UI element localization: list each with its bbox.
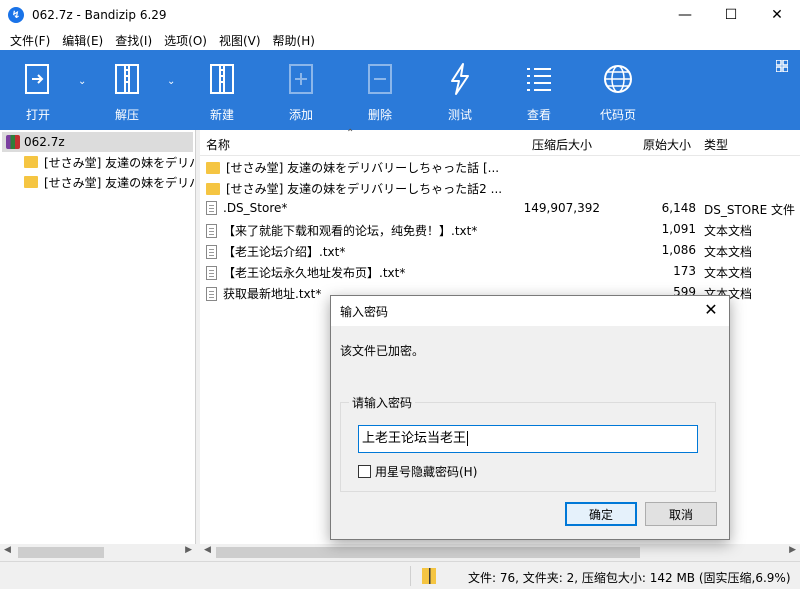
add-icon	[289, 64, 313, 94]
password-input[interactable]: 上老王论坛当老王	[358, 425, 698, 453]
file-icon	[206, 201, 217, 215]
tree-root-archive[interactable]: 062.7z	[2, 132, 193, 152]
folder-icon	[24, 156, 38, 168]
menu-view[interactable]: 视图(V)	[213, 32, 267, 49]
scrollbar-thumb[interactable]	[18, 547, 104, 558]
table-row[interactable]: 【老王论坛介绍】.txt* 1,086 文本文档	[200, 240, 800, 261]
folder-icon	[24, 176, 38, 188]
folder-icon	[206, 182, 220, 195]
list-header: 名称 ⌃ 压缩后大小 原始大小 类型	[200, 128, 800, 156]
new-archive-icon	[210, 64, 234, 94]
folder-icon	[206, 161, 220, 174]
extract-button[interactable]: 解压	[97, 50, 157, 130]
window-title: 062.7z - Bandizip 6.29	[32, 8, 167, 22]
bandizip-icon: ↯	[8, 7, 24, 23]
status-divider	[410, 566, 411, 586]
test-button[interactable]: 测试	[430, 50, 490, 130]
file-icon	[206, 286, 217, 301]
column-packed-size[interactable]: 压缩后大小	[532, 136, 592, 153]
delete-icon	[368, 64, 392, 94]
file-icon	[206, 265, 217, 280]
view-button[interactable]: 查看	[509, 50, 569, 130]
file-icon	[206, 223, 217, 238]
password-dialog: 输入密码 ✕ 该文件已加密。 请输入密码 上老王论坛当老王 用星号隐藏密码(H)…	[330, 295, 730, 540]
dialog-title: 输入密码	[340, 304, 389, 319]
close-button[interactable]: ✕	[754, 0, 800, 30]
hide-password-checkbox[interactable]	[358, 465, 371, 478]
column-type[interactable]: 类型	[704, 136, 728, 153]
extract-dropdown-icon[interactable]: ⌄	[167, 76, 175, 87]
table-row[interactable]: 【老王论坛永久地址发布页】.txt* 173 文本文档	[200, 261, 800, 282]
extract-icon	[115, 64, 139, 94]
password-group: 请输入密码 上老王论坛当老王 用星号隐藏密码(H)	[340, 394, 716, 492]
open-button[interactable]: 打开	[8, 50, 68, 130]
lightning-icon	[451, 63, 469, 95]
menu-bar: 文件(F) 编辑(E) 查找(I) 选项(O) 视图(V) 帮助(H)	[0, 30, 800, 50]
sort-ascending-icon: ⌃	[346, 128, 355, 139]
dialog-close-icon[interactable]: ✕	[701, 300, 721, 319]
table-row[interactable]: [せさみ堂] 友達の妹をデリバリーしちゃった話2 ...	[200, 177, 800, 198]
maximize-button[interactable]: ☐	[708, 0, 754, 30]
open-icon	[25, 64, 49, 94]
new-button[interactable]: 新建	[192, 50, 252, 130]
column-original-size[interactable]: 原始大小	[643, 136, 691, 153]
password-group-label: 请输入密码	[349, 394, 416, 411]
minimize-button[interactable]: —	[662, 0, 708, 30]
scroll-left-icon[interactable]: ◀	[4, 545, 11, 555]
scroll-right-icon[interactable]: ▶	[185, 545, 192, 555]
status-summary: 文件: 76, 文件夹: 2, 压缩包大小: 142 MB (固实压缩,6.9%…	[468, 571, 791, 585]
file-icon	[206, 244, 217, 259]
menu-edit[interactable]: 编辑(E)	[56, 32, 109, 49]
column-name[interactable]: 名称	[206, 136, 230, 153]
list-view-icon	[527, 68, 551, 91]
tree-horizontal-scrollbar[interactable]: ◀ ▶	[0, 544, 196, 561]
open-dropdown-icon[interactable]: ⌄	[78, 76, 86, 87]
table-row[interactable]: [せさみ堂] 友達の妹をデリバリーしちゃった話 [...	[200, 156, 800, 177]
scroll-right-icon[interactable]: ▶	[789, 545, 796, 555]
dialog-title-bar: 输入密码 ✕	[331, 296, 729, 326]
menu-file[interactable]: 文件(F)	[4, 32, 56, 49]
status-bar: 文件: 76, 文件夹: 2, 压缩包大小: 142 MB (固实压缩,6.9%…	[0, 561, 800, 589]
table-row[interactable]: .DS_Store* 149,907,392 6,148 DS_STORE 文件	[200, 198, 800, 219]
archive-zip-icon	[422, 568, 436, 584]
hide-password-label: 用星号隐藏密码(H)	[375, 465, 478, 479]
menu-find[interactable]: 查找(I)	[109, 32, 158, 49]
menu-help[interactable]: 帮助(H)	[267, 32, 321, 49]
scroll-left-icon[interactable]: ◀	[204, 545, 211, 555]
dialog-message: 该文件已加密。	[340, 344, 425, 358]
tree-item-folder[interactable]: [せさみ堂] 友達の妹をデリバ	[0, 152, 195, 172]
title-bar: ↯ 062.7z - Bandizip 6.29 — ☐ ✕	[0, 0, 800, 30]
delete-button[interactable]: 删除	[350, 50, 410, 130]
text-cursor	[467, 431, 469, 446]
list-horizontal-scrollbar[interactable]: ◀ ▶	[200, 544, 800, 561]
table-row[interactable]: 【来了就能下载和观看的论坛，纯免费！】.txt* 1,091 文本文档	[200, 219, 800, 240]
hide-password-option[interactable]: 用星号隐藏密码(H)	[358, 463, 477, 480]
codepage-button[interactable]: 代码页	[588, 50, 648, 130]
archive-icon	[6, 135, 20, 149]
menu-options[interactable]: 选项(O)	[158, 32, 213, 49]
ok-button[interactable]: 确定	[565, 502, 637, 526]
tree-item-folder[interactable]: [せさみ堂] 友達の妹をデリバ	[0, 172, 195, 192]
folder-tree: 062.7z [せさみ堂] 友達の妹をデリバ [せさみ堂] 友達の妹をデリバ	[0, 130, 196, 544]
toolbar: 打开 ⌄ 解压 ⌄ 新建 添加 删除 测试 查看 代码页	[0, 50, 800, 130]
add-button[interactable]: 添加	[271, 50, 331, 130]
globe-icon	[604, 65, 632, 93]
cancel-button[interactable]: 取消	[645, 502, 717, 526]
scrollbar-thumb[interactable]	[216, 547, 640, 558]
layout-grid-icon[interactable]	[776, 60, 788, 72]
